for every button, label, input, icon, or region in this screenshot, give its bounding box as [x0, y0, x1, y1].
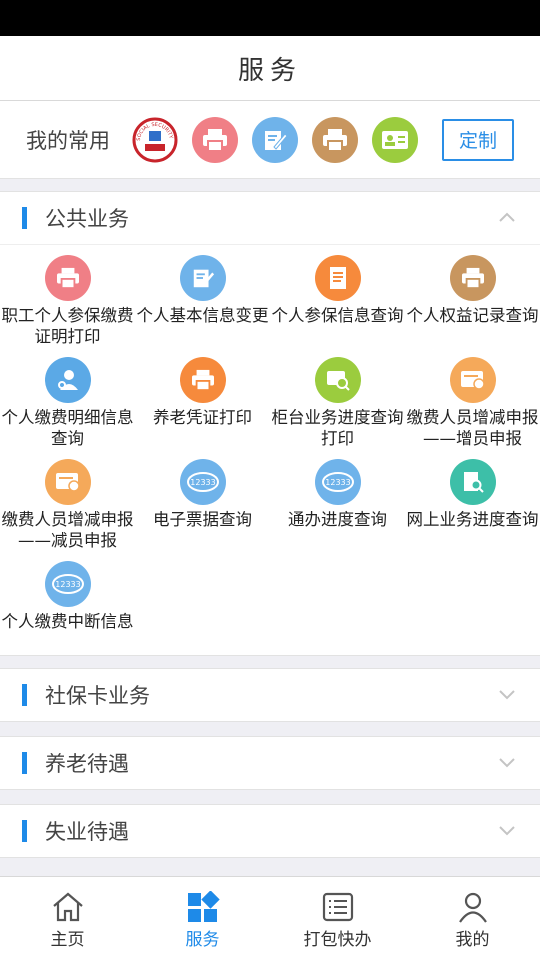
- card-minus-icon: [44, 459, 91, 505]
- user-search-icon: [44, 357, 91, 403]
- fav-printer-icon[interactable]: [192, 116, 238, 163]
- card-plus-icon: [449, 357, 496, 403]
- public-services-header[interactable]: 公共业务: [0, 192, 540, 244]
- doc-search-icon: [449, 459, 496, 505]
- service-label: 网上业务进度查询: [406, 510, 539, 529]
- service-item[interactable]: 网上业务进度查询: [405, 459, 540, 530]
- hotline-12333-icon: 12333: [179, 459, 226, 505]
- social-security-logo-icon[interactable]: SOCIAL SECURITY CARD: [132, 116, 178, 163]
- service-item[interactable]: 个人权益记录查询: [405, 255, 540, 326]
- service-item[interactable]: 柜台业务进度查询打印: [270, 357, 405, 449]
- service-label: 个人缴费中断信息: [1, 612, 134, 631]
- section-accent-bar: [22, 752, 27, 774]
- hotline-12333-icon: 12333: [44, 561, 91, 607]
- tab-services[interactable]: 服务: [135, 877, 270, 961]
- section-header[interactable]: 养老待遇: [0, 737, 540, 789]
- service-item[interactable]: 12333 电子票据查询: [135, 459, 270, 530]
- list-icon: [322, 892, 353, 922]
- service-label: 个人基本信息变更: [136, 306, 269, 325]
- service-label: 个人缴费明细信息查询: [1, 408, 134, 448]
- section-title: 社保卡业务: [45, 684, 150, 708]
- service-label: 个人参保信息查询: [271, 306, 404, 325]
- section-title: 公共业务: [45, 207, 129, 231]
- section-header[interactable]: 失业待遇: [0, 805, 540, 857]
- tab-label: 主页: [50, 930, 85, 950]
- tab-label: 服务: [185, 930, 220, 950]
- unemployment-section[interactable]: 失业待遇: [0, 804, 540, 858]
- section-title: 失业待遇: [45, 820, 129, 844]
- service-label: 职工个人参保缴费证明打印: [1, 306, 134, 346]
- hotline-text: 12333: [55, 580, 80, 589]
- tab-home[interactable]: 主页: [0, 877, 135, 961]
- home-icon: [52, 892, 83, 922]
- page-title: 服务: [237, 55, 302, 86]
- printer-icon: [449, 255, 496, 301]
- service-item[interactable]: 个人参保信息查询: [270, 255, 405, 326]
- title-bar: 服务: [0, 36, 540, 101]
- chevron-down-icon: [499, 690, 515, 700]
- section-header[interactable]: 社保卡业务: [0, 669, 540, 721]
- fav-edit-icon[interactable]: [252, 116, 298, 163]
- service-label: 电子票据查询: [153, 510, 252, 529]
- fav-printer-icon-2[interactable]: [312, 116, 358, 163]
- bottom-tab-bar: 主页 服务 打包快办 我的: [0, 876, 540, 961]
- service-label: 缴费人员增减申报——增员申报: [406, 408, 539, 448]
- section-accent-bar: [22, 207, 27, 229]
- service-item[interactable]: 缴费人员增减申报——增员申报: [405, 357, 540, 449]
- public-services-section: 公共业务 职工个人参保缴费证明打印 个人基本信息变更 个人参保信息查询 个人权益…: [0, 191, 540, 656]
- favorites-bar: 我的常用 SOCIAL SECURITY CARD 定制: [0, 101, 540, 179]
- hotline-12333-icon: 12333: [314, 459, 361, 505]
- status-bar: [0, 0, 540, 36]
- printer-icon: [179, 357, 226, 403]
- section-title: 养老待遇: [45, 752, 129, 776]
- service-item[interactable]: 12333 个人缴费中断信息: [0, 561, 135, 632]
- tab-label: 我的: [455, 930, 490, 950]
- service-item[interactable]: 缴费人员增减申报——减员申报: [0, 459, 135, 551]
- service-item[interactable]: 养老凭证打印: [135, 357, 270, 428]
- edit-icon: [179, 255, 226, 301]
- hotline-text: 12333: [325, 478, 350, 487]
- public-services-grid: 职工个人参保缴费证明打印 个人基本信息变更 个人参保信息查询 个人权益记录查询: [0, 244, 540, 655]
- section-accent-bar: [22, 684, 27, 706]
- service-item[interactable]: 职工个人参保缴费证明打印: [0, 255, 135, 347]
- hotline-text: 12333: [190, 478, 215, 487]
- printer-icon: [44, 255, 91, 301]
- grid-icon: [187, 891, 220, 922]
- tab-label: 打包快办: [303, 930, 372, 950]
- document-icon: [314, 255, 361, 301]
- tab-profile[interactable]: 我的: [405, 877, 540, 961]
- section-accent-bar: [22, 820, 27, 842]
- service-label: 养老凭证打印: [153, 408, 252, 427]
- user-icon: [458, 892, 487, 923]
- service-item[interactable]: 12333 通办进度查询: [270, 459, 405, 530]
- service-item[interactable]: 个人基本信息变更: [135, 255, 270, 326]
- pension-section[interactable]: 养老待遇: [0, 736, 540, 790]
- chevron-up-icon: [499, 212, 515, 222]
- service-item[interactable]: 个人缴费明细信息查询: [0, 357, 135, 449]
- service-label: 缴费人员增减申报——减员申报: [1, 510, 134, 550]
- service-label: 通办进度查询: [288, 510, 387, 529]
- favorites-label: 我的常用: [26, 128, 110, 153]
- chat-search-icon: [314, 357, 361, 403]
- service-label: 柜台业务进度查询打印: [271, 408, 404, 448]
- customize-button[interactable]: 定制: [442, 118, 514, 161]
- fav-id-card-icon[interactable]: [372, 116, 418, 163]
- service-label: 个人权益记录查询: [406, 306, 539, 325]
- chevron-down-icon: [499, 826, 515, 836]
- chevron-down-icon: [499, 758, 515, 768]
- tab-package[interactable]: 打包快办: [270, 877, 405, 961]
- social-card-section[interactable]: 社保卡业务: [0, 668, 540, 722]
